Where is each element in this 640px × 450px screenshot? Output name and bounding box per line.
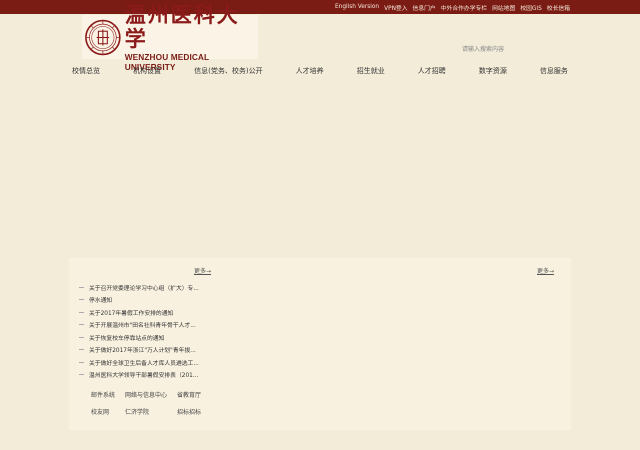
content-panel: 更多→ 更多→ 关于召开党委理论学习中心组（扩大）专... 停水通知 关于201… <box>69 258 571 430</box>
more-link-secondary[interactable]: 更多→ <box>537 266 554 275</box>
news-link[interactable]: 关于做好全球卫生后备人才库人员遴选工... <box>89 358 199 367</box>
search-input[interactable] <box>462 45 532 54</box>
bullet-dash <box>79 299 84 301</box>
joint-program-link[interactable]: 中外合作办学专栏 <box>441 3 487 12</box>
bullet-dash <box>79 336 84 338</box>
logo-text: 温州医科大学 WENZHOU MEDICAL UNIVERSITY <box>124 1 258 72</box>
bullet-dash <box>79 311 84 313</box>
list-item: 关于做好全球卫生后备人才库人员遴选工... <box>79 356 199 369</box>
bullet-dash <box>79 286 84 288</box>
news-link[interactable]: 关于召开党委理论学习中心组（扩大）专... <box>89 283 199 292</box>
list-item: 关于做好2017年浙江"万人计划"青年拔... <box>79 344 199 357</box>
more-link-notices[interactable]: 更多→ <box>194 266 211 275</box>
university-name-cn: 温州医科大学 <box>124 1 240 51</box>
list-item: 关于恢复校车停靠站点的通知 <box>79 331 199 344</box>
bullet-dash <box>79 324 84 326</box>
nav-item-overview[interactable]: 校情总览 <box>72 66 100 78</box>
bullet-dash <box>79 349 84 351</box>
news-link[interactable]: 关于开展温州市"田名社科青年骨干人才... <box>89 320 196 329</box>
nav-item-information-disclosure[interactable]: 信息(党务、校务)公开 <box>194 66 262 78</box>
nav-item-admissions[interactable]: 招生就业 <box>357 66 385 78</box>
info-portal-link[interactable]: 信息门户 <box>413 3 436 12</box>
news-link[interactable]: 停水通知 <box>89 295 112 304</box>
list-item: 停水通知 <box>79 294 199 307</box>
nav-item-digital-resources[interactable]: 数字资源 <box>479 66 507 78</box>
nav-item-talent-cultivation[interactable]: 人才培养 <box>296 66 324 78</box>
top-bar: English Version VPN登入 信息门户 中外合作办学专栏 网站地图… <box>0 0 640 14</box>
nav-item-recruitment[interactable]: 人才招聘 <box>418 66 446 78</box>
news-list: 关于召开党委理论学习中心组（扩大）专... 停水通知 关于2017年暑假工作安排… <box>79 281 199 381</box>
news-link[interactable]: 关于做好2017年浙江"万人计划"青年拔... <box>89 345 196 354</box>
bullet-dash <box>79 374 84 376</box>
list-item: 关于开展温州市"田名社科青年骨干人才... <box>79 319 199 332</box>
quick-link-mail-system[interactable]: 邮件系统 <box>91 390 115 399</box>
university-seal-icon <box>85 19 121 55</box>
quick-link-alumni[interactable]: 校友网 <box>91 407 115 416</box>
university-logo[interactable]: 温州医科大学 WENZHOU MEDICAL UNIVERSITY <box>82 2 258 72</box>
list-item: 关于召开党委理论学习中心组（扩大）专... <box>79 281 199 294</box>
vpn-login-link[interactable]: VPN登入 <box>384 3 407 12</box>
quick-links: 邮件系统 网络与信息中心 省教育厅 校友网 仁济学院 招标招标 <box>91 390 221 416</box>
list-item: 关于2017年暑假工作安排的通知 <box>79 306 199 319</box>
quick-link-renji-college[interactable]: 仁济学院 <box>125 407 167 416</box>
quick-link-tendering[interactable]: 招标招标 <box>177 407 201 416</box>
sitemap-link[interactable]: 网站地图 <box>492 3 515 12</box>
quick-link-network-center[interactable]: 网络与信息中心 <box>125 390 167 399</box>
bullet-dash <box>79 361 84 363</box>
main-nav: 校情总览 机构设置 信息(党务、校务)公开 人才培养 招生就业 人才招聘 数字资… <box>72 66 568 78</box>
news-link[interactable]: 温州医科大学领导干部暑假安排表（201... <box>89 370 198 379</box>
news-link[interactable]: 关于恢复校车停靠站点的通知 <box>89 333 164 342</box>
nav-item-organization[interactable]: 机构设置 <box>133 66 161 78</box>
english-version-link[interactable]: English Version <box>335 4 379 10</box>
president-mailbox-link[interactable]: 校长信箱 <box>547 3 570 12</box>
nav-item-information-services[interactable]: 信息服务 <box>540 66 568 78</box>
quick-link-education-dept[interactable]: 省教育厅 <box>177 390 201 399</box>
list-item: 温州医科大学领导干部暑假安排表（201... <box>79 369 199 382</box>
campus-gis-link[interactable]: 校园GIS <box>520 3 541 12</box>
news-link[interactable]: 关于2017年暑假工作安排的通知 <box>89 308 173 317</box>
